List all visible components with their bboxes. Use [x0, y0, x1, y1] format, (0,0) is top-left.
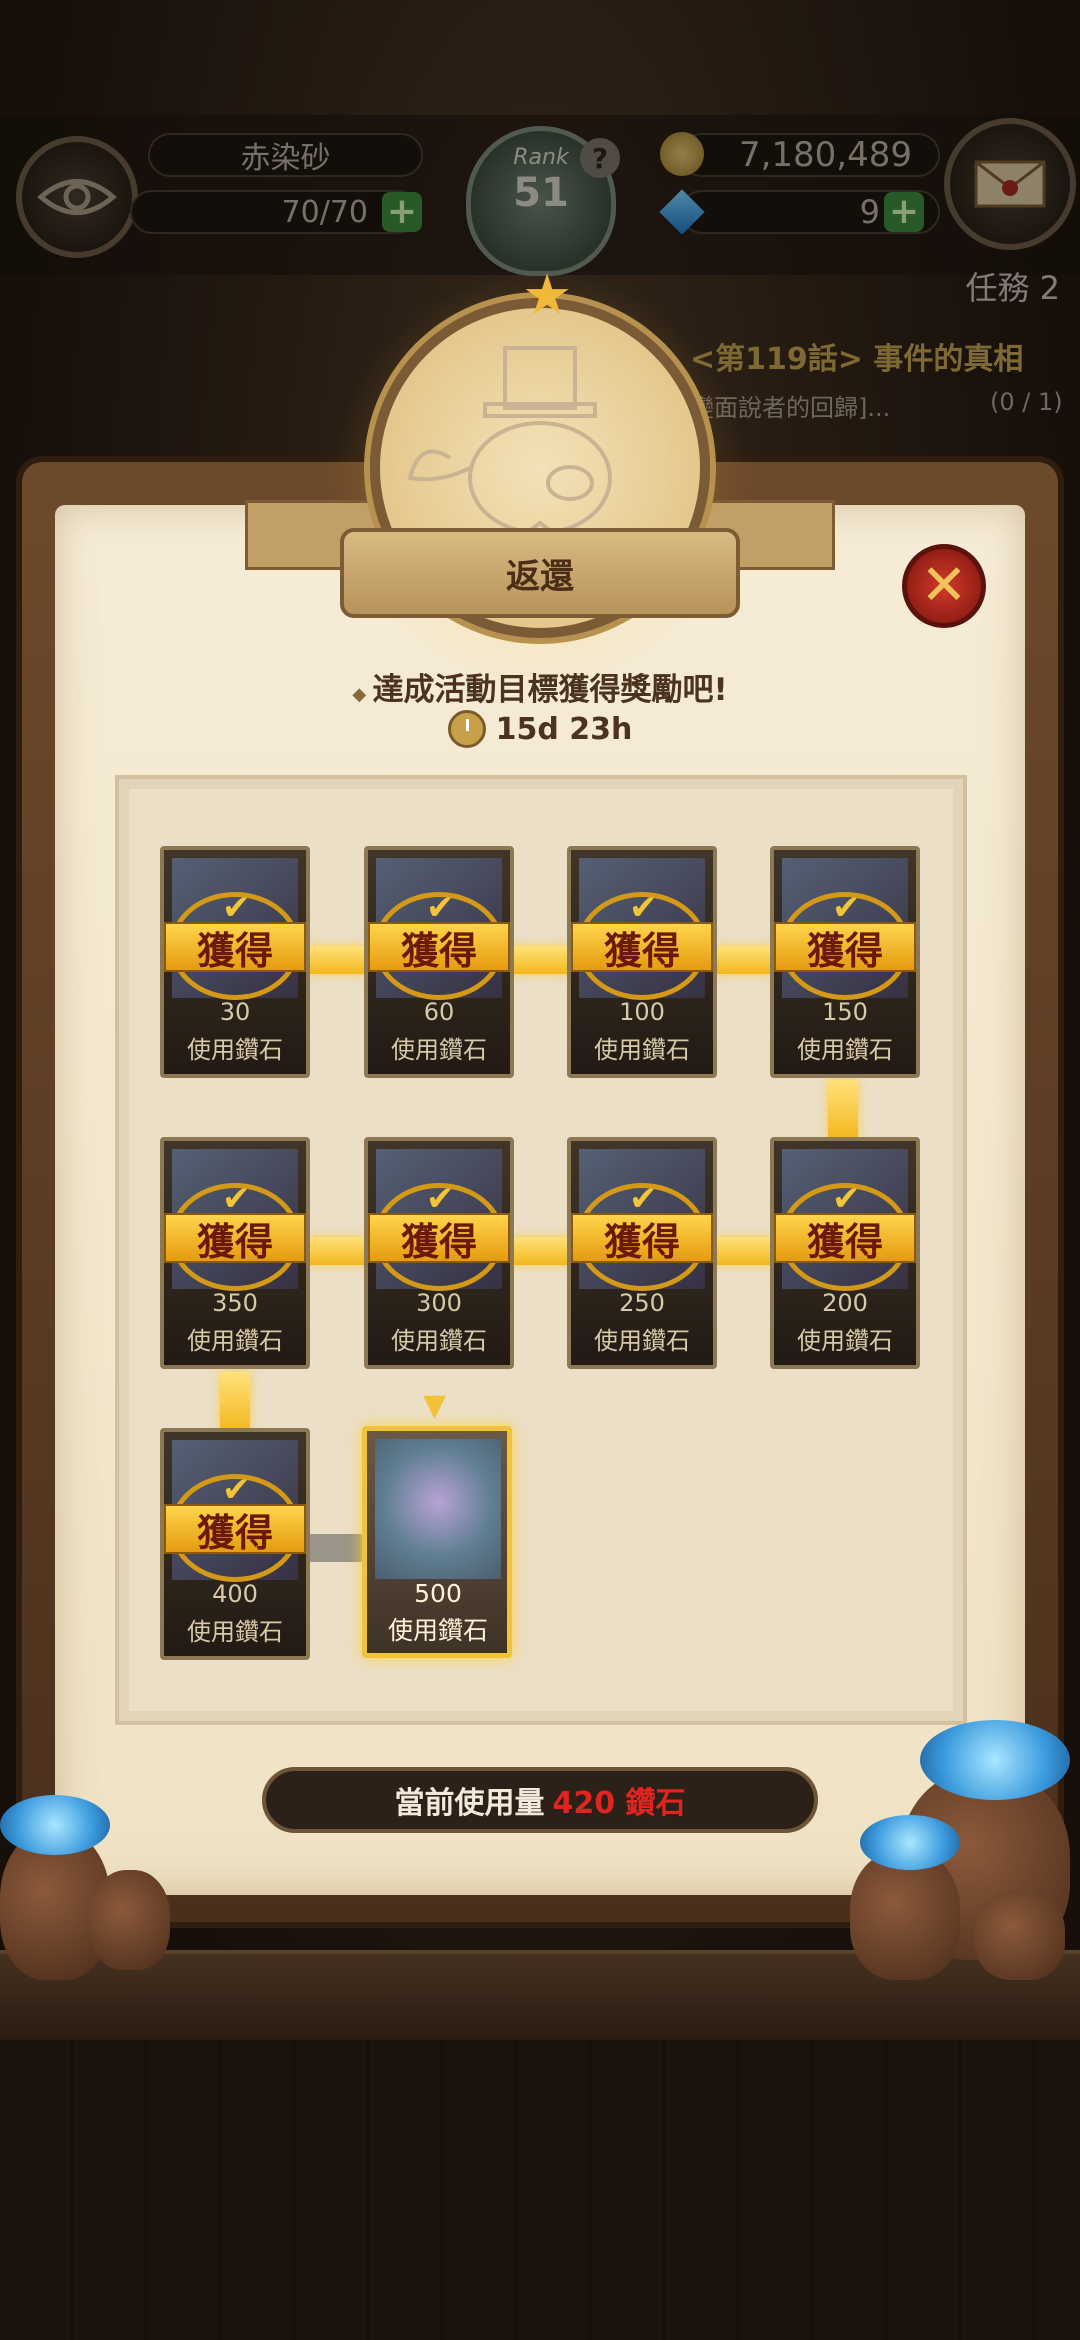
path-connector [220, 1372, 250, 1432]
goal-label: 達成活動目標獲得獎勵吧! [372, 672, 728, 708]
reward-amount: 150 [822, 998, 868, 1026]
reward-amount: 30 [219, 998, 251, 1026]
reward-card[interactable]: 30 使用鑽石 ✔ 獲得 [160, 846, 310, 1078]
claimed-stamp: ✔ 獲得 [164, 888, 306, 1000]
star-icon: ★ [522, 263, 573, 328]
reward-label: 使用鑽石 [797, 1036, 893, 1064]
gem-bag-decoration [90, 1870, 170, 1970]
claimed-stamp: ✔ 獲得 [571, 1179, 713, 1291]
reward-amount: 500 [414, 1579, 462, 1608]
usage-label: 當前使用量 [394, 1786, 545, 1821]
gem-pile-decoration [920, 1720, 1070, 1800]
reward-amount: 300 [416, 1289, 462, 1317]
reward-label: 使用鑽石 [594, 1327, 690, 1355]
reward-label: 使用鑽石 [387, 1616, 488, 1645]
claimed-stamp: ✔ 獲得 [164, 1179, 306, 1291]
reward-card[interactable]: 350 使用鑽石 ✔ 獲得 [160, 1137, 310, 1369]
check-icon: ✔ [222, 888, 251, 928]
reward-amount: 400 [212, 1580, 258, 1608]
claimed-stamp: ✔ 獲得 [774, 888, 916, 1000]
reward-amount: 250 [619, 1289, 665, 1317]
reward-amount: 100 [619, 998, 665, 1026]
reward-card[interactable]: 60 使用鑽石 ✔ 獲得 [364, 846, 514, 1078]
reward-label: 使用鑽石 [187, 1036, 283, 1064]
reward-card-current[interactable]: 500 使用鑽石 [362, 1426, 512, 1658]
check-icon: ✔ [832, 1179, 861, 1219]
check-icon: ✔ [832, 888, 861, 928]
event-timer: 15d 23h [0, 710, 1080, 748]
current-reward-pointer-icon: ▼ [423, 1388, 447, 1423]
reward-art [375, 1439, 501, 1579]
reward-card[interactable]: 200 使用鑽石 ✔ 獲得 [770, 1137, 920, 1369]
path-connector [511, 1237, 571, 1265]
check-icon: ✔ [426, 1179, 455, 1219]
check-icon: ✔ [629, 888, 658, 928]
reward-card[interactable]: 150 使用鑽石 ✔ 獲得 [770, 846, 920, 1078]
close-icon: ✕ [920, 553, 968, 618]
reward-label: 使用鑽石 [391, 1327, 487, 1355]
path-connector [307, 946, 367, 974]
reward-card[interactable]: 100 使用鑽石 ✔ 獲得 [567, 846, 717, 1078]
reward-label: 使用鑽石 [187, 1618, 283, 1646]
check-icon: ✔ [426, 888, 455, 928]
reward-label: 使用鑽石 [187, 1327, 283, 1355]
reward-card[interactable]: 250 使用鑽石 ✔ 獲得 [567, 1137, 717, 1369]
timer-value: 15d 23h [495, 711, 633, 747]
claimed-stamp: ✔ 獲得 [368, 1179, 510, 1291]
claimed-stamp: ✔ 獲得 [571, 888, 713, 1000]
gem-bag-decoration [975, 1890, 1065, 1980]
path-connector [715, 946, 775, 974]
reward-amount: 350 [212, 1289, 258, 1317]
path-connector [828, 1080, 858, 1140]
claimed-stamp: ✔ 獲得 [368, 888, 510, 1000]
current-usage-bar: 當前使用量 420 鑽石 [262, 1767, 818, 1833]
path-connector [307, 1237, 367, 1265]
claimed-stamp: ✔ 獲得 [774, 1179, 916, 1291]
close-button[interactable]: ✕ [902, 544, 986, 628]
check-icon: ✔ [629, 1179, 658, 1219]
clock-icon [447, 710, 486, 748]
reward-label: 使用鑽石 [594, 1036, 690, 1064]
path-connector [715, 1237, 775, 1265]
reward-label: 使用鑽石 [797, 1327, 893, 1355]
gem-pile-decoration [860, 1815, 960, 1870]
usage-value: 420 鑽石 [552, 1786, 686, 1821]
claimed-stamp: ✔ 獲得 [164, 1470, 306, 1582]
bullet-icon: ◆ [352, 684, 373, 705]
reward-amount: 60 [423, 998, 455, 1026]
reward-label: 使用鑽石 [391, 1036, 487, 1064]
check-icon: ✔ [222, 1179, 251, 1219]
panel-title: 返還 [340, 528, 740, 618]
check-icon: ✔ [222, 1470, 251, 1510]
event-goal-text: ◆ 達成活動目標獲得獎勵吧! [0, 664, 1080, 709]
reward-card[interactable]: 400 使用鑽石 ✔ 獲得 [160, 1428, 310, 1660]
gem-pile-decoration [0, 1795, 110, 1855]
path-connector-locked [307, 1534, 367, 1562]
reward-card[interactable]: 300 使用鑽石 ✔ 獲得 [364, 1137, 514, 1369]
path-connector [511, 946, 571, 974]
reward-amount: 200 [822, 1289, 868, 1317]
